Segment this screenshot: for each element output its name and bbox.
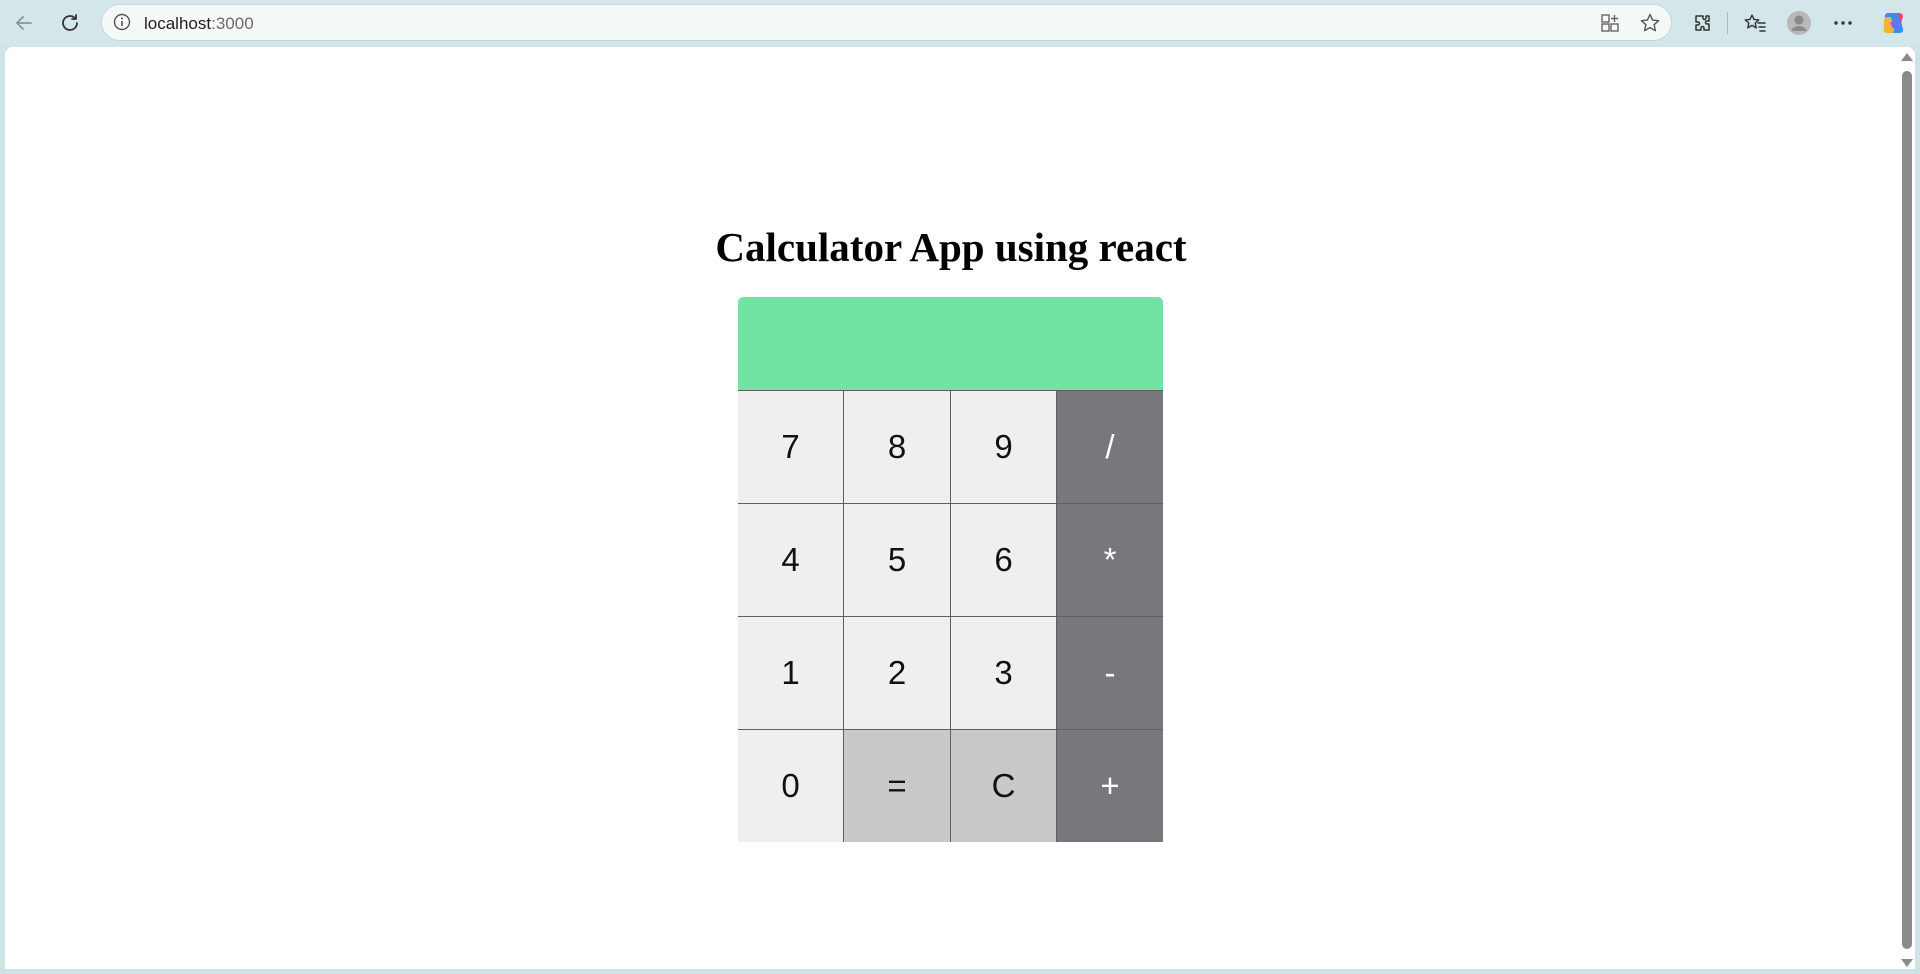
key-4[interactable]: 4	[738, 503, 844, 616]
key-clear[interactable]: C	[951, 729, 1057, 842]
reload-icon	[62, 14, 78, 31]
key-7[interactable]: 7	[738, 390, 844, 503]
key-0[interactable]: 0	[738, 729, 844, 842]
profile-avatar-icon[interactable]	[1784, 8, 1814, 38]
url-port: :3000	[211, 14, 254, 33]
extensions-icon[interactable]	[1688, 8, 1718, 38]
key-5[interactable]: 5	[844, 503, 951, 616]
more-options-icon[interactable]	[1828, 8, 1858, 38]
url-text[interactable]: localhost:3000	[144, 14, 254, 34]
key-multiply[interactable]: *	[1057, 503, 1163, 616]
key-3[interactable]: 3	[951, 616, 1057, 729]
page-viewport: Calculator App using react 7 8 9 / 4 5 6…	[5, 47, 1915, 969]
key-1[interactable]: 1	[738, 616, 844, 729]
back-arrow-icon	[16, 16, 32, 30]
page-title: Calculator App using react	[715, 224, 1187, 270]
calculator: 7 8 9 / 4 5 6 * 1 2 3 - 0 = C +	[738, 297, 1163, 842]
scroll-up-arrow-icon[interactable]	[1901, 53, 1913, 61]
scroll-down-arrow-icon[interactable]	[1901, 959, 1913, 967]
calculator-keypad: 7 8 9 / 4 5 6 * 1 2 3 - 0 = C +	[738, 390, 1163, 842]
browser-toolbar: localhost:3000	[0, 0, 1920, 46]
scrollbar-thumb[interactable]	[1902, 71, 1912, 949]
key-8[interactable]: 8	[844, 390, 951, 503]
key-9[interactable]: 9	[951, 390, 1057, 503]
reload-button[interactable]	[53, 6, 87, 40]
vertical-scrollbar[interactable]	[1897, 47, 1915, 969]
url-host: localhost	[144, 14, 212, 33]
address-bar[interactable]: localhost:3000	[101, 4, 1672, 41]
key-divide[interactable]: /	[1057, 390, 1163, 503]
site-info-icon[interactable]	[112, 12, 132, 32]
key-subtract[interactable]: -	[1057, 616, 1163, 729]
key-add[interactable]: +	[1057, 729, 1163, 842]
app-available-icon[interactable]	[1599, 12, 1621, 34]
key-equals[interactable]: =	[844, 729, 951, 842]
calculator-display	[738, 297, 1163, 390]
key-6[interactable]: 6	[951, 503, 1057, 616]
toolbar-separator	[1727, 12, 1728, 34]
key-2[interactable]: 2	[844, 616, 951, 729]
back-button[interactable]	[7, 6, 41, 40]
copilot-icon[interactable]	[1878, 8, 1908, 38]
favorite-star-icon[interactable]	[1639, 12, 1661, 34]
favorites-icon[interactable]	[1740, 8, 1770, 38]
